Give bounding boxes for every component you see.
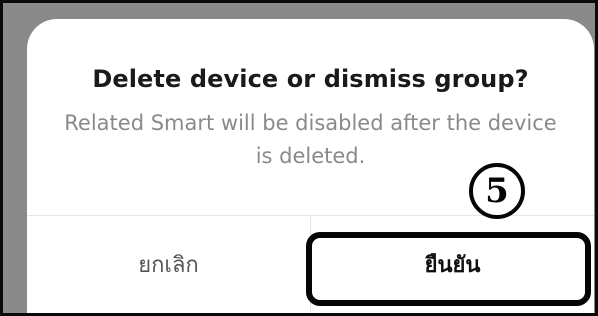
screenshot-frame: Delete device or dismiss group? Related … [0,0,598,316]
dialog-title: Delete device or dismiss group? [92,65,529,93]
confirm-button[interactable]: ยืนยัน [311,216,594,313]
cancel-button[interactable]: ยกเลิก [27,216,310,313]
step-number-marker: 5 [469,163,525,219]
dialog-message: Related Smart will be disabled after the… [64,111,557,168]
